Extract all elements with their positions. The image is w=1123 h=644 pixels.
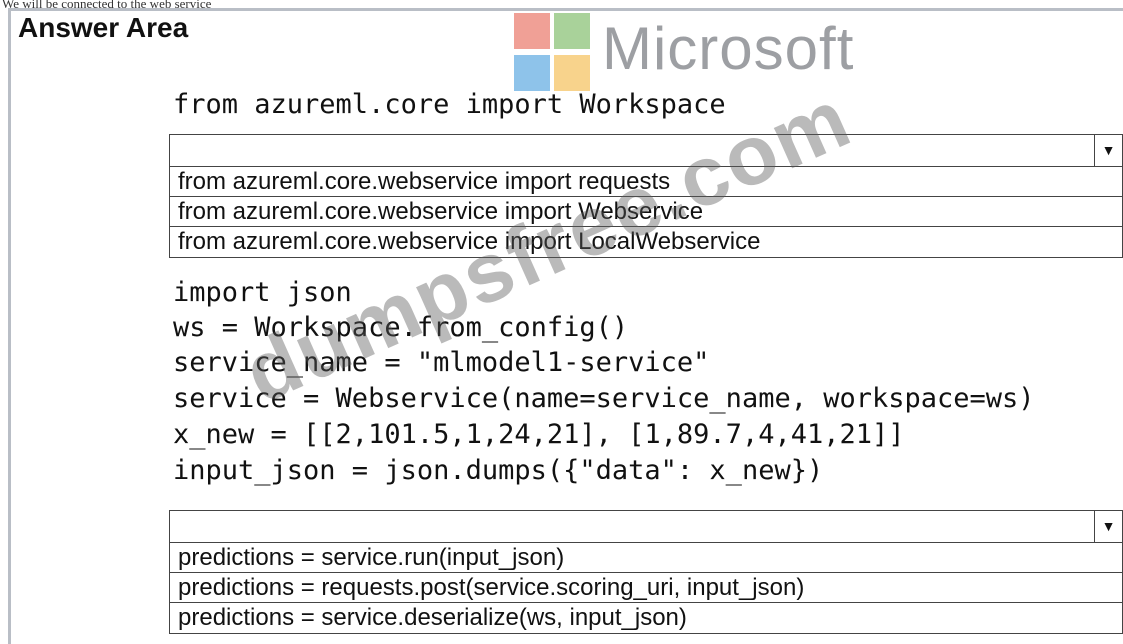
prediction-dropdown-selected[interactable]: ▼ [170, 511, 1122, 543]
dropdown-arrow-icon[interactable]: ▼ [1094, 135, 1122, 166]
microsoft-logo: Microsoft [514, 13, 894, 95]
code-line: from azureml.core import Workspace [173, 89, 726, 120]
code-line: service_name = "mlmodel1-service" [173, 347, 710, 378]
logo-wordmark: Microsoft [602, 15, 855, 82]
code-line: ws = Workspace.from_config() [173, 312, 629, 343]
prediction-dropdown[interactable]: ▼ predictions = service.run(input_json) … [169, 510, 1123, 634]
dropdown-option[interactable]: from azureml.core.webservice import requ… [170, 167, 1122, 197]
dropdown-option[interactable]: predictions = service.deserialize(ws, in… [170, 603, 1122, 633]
import-dropdown[interactable]: ▼ from azureml.core.webservice import re… [169, 134, 1123, 258]
dropdown-option[interactable]: from azureml.core.webservice import Webs… [170, 197, 1122, 227]
logo-green-square [554, 13, 590, 49]
code-line: service = Webservice(name=service_name, … [173, 383, 1035, 414]
dropdown-option[interactable]: from azureml.core.webservice import Loca… [170, 227, 1122, 257]
code-line: import json [173, 277, 352, 308]
logo-red-square [514, 13, 550, 49]
logo-blue-square [514, 55, 550, 91]
header-caption: We will be connected to the web service [2, 0, 212, 8]
logo-yellow-square [554, 55, 590, 91]
code-line: x_new = [[2,101.5,1,24,21], [1,89.7,4,41… [173, 419, 905, 450]
dropdown-option[interactable]: predictions = service.run(input_json) [170, 543, 1122, 573]
dropdown-arrow-icon[interactable]: ▼ [1094, 511, 1122, 542]
code-line: input_json = json.dumps({"data": x_new}) [173, 455, 824, 486]
answer-area-title: Answer Area [18, 12, 189, 43]
import-dropdown-selected[interactable]: ▼ [170, 135, 1122, 167]
dropdown-option[interactable]: predictions = requests.post(service.scor… [170, 573, 1122, 603]
